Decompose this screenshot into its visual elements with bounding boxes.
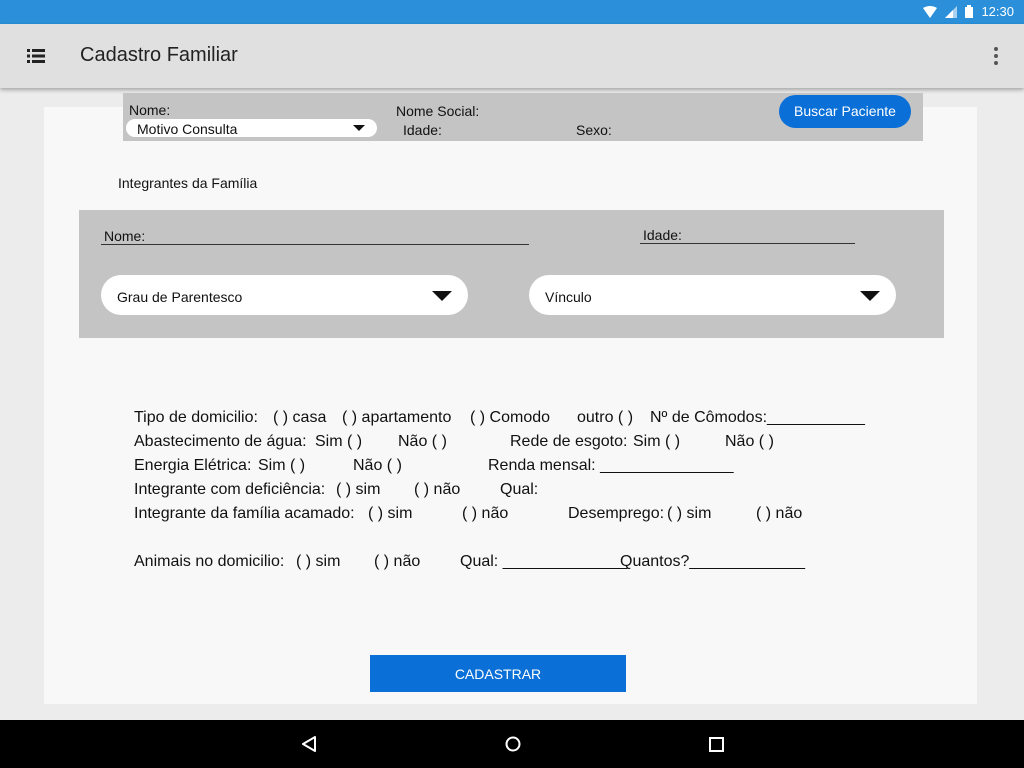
disability-which-label: Qual: [500,481,539,498]
patient-panel: Nome: Motivo Consulta Nome Social: Idade… [123,93,923,141]
patient-sex-label: Sexo: [576,122,612,138]
back-icon[interactable] [301,736,317,752]
battery-icon [965,5,974,18]
family-member-panel: Nome: Idade: Grau de Parentesco Vínculo [79,210,944,338]
animals-which-field[interactable]: Qual: ______________ [460,553,627,571]
disability-no-option[interactable]: ( ) não [414,481,460,499]
app-bar: Cadastro Familiar [0,24,1024,88]
bedridden-no-option[interactable]: ( ) não [462,505,508,523]
list-menu-icon[interactable] [27,49,45,63]
household-other-option[interactable]: outro ( ) [577,409,633,427]
kinship-select[interactable]: Grau de Parentesco [101,275,468,315]
bedridden-label: Integrante da família acamado: [134,505,355,522]
bond-select-value: Vínculo [545,289,592,305]
chevron-down-icon [432,291,452,301]
kinship-select-value: Grau de Parentesco [117,289,243,305]
consultation-reason-value: Motivo Consulta [137,121,238,137]
household-room-option[interactable]: ( ) Comodo [470,409,550,427]
electricity-label: Energia Elétrica: [134,457,252,474]
household-apartment-option[interactable]: ( ) apartamento [342,409,451,427]
unemployment-yes-option[interactable]: ( ) sim [667,505,711,523]
sewage-label: Rede de esgoto: [510,433,628,450]
animals-count-field[interactable]: Quantos?_____________ [620,553,805,571]
consultation-reason-select[interactable]: Motivo Consulta [126,119,377,137]
room-count-field[interactable]: Nº de Cômodos:___________ [650,409,865,427]
electricity-no-option[interactable]: Não ( ) [353,457,402,475]
search-patient-button[interactable]: Buscar Paciente [779,95,911,128]
page-title: Cadastro Familiar [80,44,238,66]
animals-no-option[interactable]: ( ) não [374,553,420,571]
income-field[interactable]: Renda mensal: _______________ [488,457,734,475]
sewage-yes-option[interactable]: Sim ( ) [633,433,680,451]
water-yes-option[interactable]: Sim ( ) [315,433,362,451]
water-supply-label: Abastecimento de água: [134,433,307,450]
electricity-yes-option[interactable]: Sim ( ) [258,457,305,475]
sewage-no-option[interactable]: Não ( ) [725,433,774,451]
household-casa-option[interactable]: ( ) casa [273,409,326,427]
animals-yes-option[interactable]: ( ) sim [296,553,340,571]
patient-age-label: Idade: [403,122,442,138]
wifi-icon [923,5,938,18]
recents-icon[interactable] [709,737,724,752]
chevron-down-icon [353,125,365,131]
member-age-field[interactable]: Idade: [640,223,855,244]
patient-name-label: Nome: [129,102,171,118]
signal-icon [945,5,958,18]
bond-select[interactable]: Vínculo [529,275,896,315]
bedridden-yes-option[interactable]: ( ) sim [368,505,412,523]
family-section-title: Integrantes da Família [118,175,258,191]
member-name-label: Nome: [104,228,146,244]
unemployment-no-option[interactable]: ( ) não [756,505,802,523]
social-name-label: Nome Social: [396,103,480,119]
status-bar: 12:30 [0,0,1024,24]
clock: 12:30 [981,4,1014,19]
water-no-option[interactable]: Não ( ) [398,433,447,451]
register-button[interactable]: CADASTRAR [370,655,626,692]
member-name-field[interactable]: Nome: [101,224,529,245]
disability-label: Integrante com deficiência: [134,481,326,498]
household-type-label: Tipo de domicilio: [134,409,258,426]
disability-yes-option[interactable]: ( ) sim [336,481,380,499]
member-age-label: Idade: [643,227,682,243]
more-vert-icon[interactable] [992,46,1000,66]
home-icon[interactable] [505,736,521,752]
unemployment-label: Desemprego: [568,505,665,522]
form-card [44,107,977,704]
animals-label: Animais no domicilio: [134,553,285,570]
chevron-down-icon [860,291,880,301]
